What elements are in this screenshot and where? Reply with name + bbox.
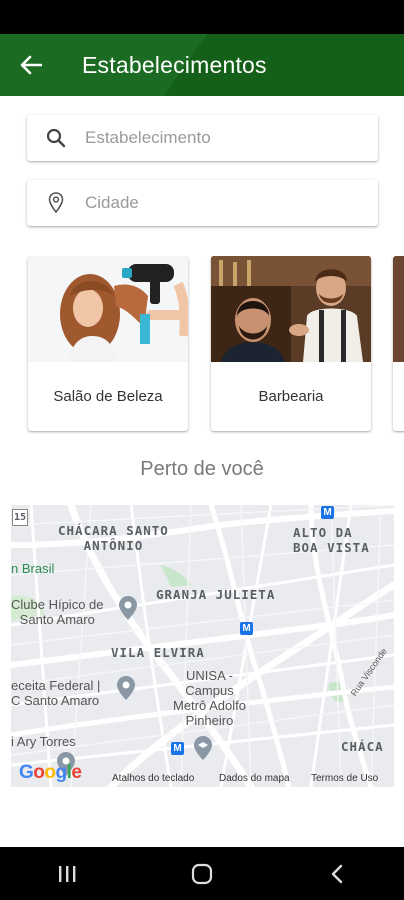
map-data-link[interactable]: Dados do mapa [219,773,290,784]
recent-apps-button[interactable] [37,854,97,894]
map-label: ALTO DA BOA VISTA [293,525,370,555]
recent-apps-icon [59,865,76,882]
map-label: CHÁCARA SANTO ANTÔNIO [58,523,169,553]
map-label: GRANJA JULIETA [156,587,276,602]
keyboard-shortcuts-link[interactable]: Atalhos do teclado [112,773,194,784]
back-button[interactable] [14,50,48,80]
back-nav-button[interactable] [307,854,367,894]
category-card-partial[interactable] [393,256,404,431]
category-photo [393,256,404,362]
location-pin-icon [27,180,85,226]
chevron-left-icon [331,864,342,883]
map-label: CHÁCA [341,739,384,754]
arrow-left-icon [20,55,42,75]
school-pin-icon[interactable] [193,735,213,761]
search-icon [27,115,85,161]
establishment-input[interactable] [85,128,355,148]
place-pin-icon[interactable] [116,675,136,701]
place-pin-icon[interactable] [118,595,138,621]
home-button[interactable] [172,854,232,894]
category-card-barbershop[interactable]: Barbearia [211,256,371,431]
barbershop-photo [211,256,371,362]
map-label: Clube Hípico de Santo Amaro [11,597,104,627]
map-label: n Brasil [11,561,55,576]
home-icon [191,863,213,884]
map-label: i Ary Torres [11,734,76,749]
map-view[interactable]: 15 CHÁCARA SANTO ANTÔNIO ALTO DA BOA VIS… [11,505,394,787]
establishment-search-field[interactable] [27,115,378,161]
city-input[interactable] [85,193,355,213]
hair-salon-photo [28,256,188,362]
category-label: Salão de Beleza [53,388,163,405]
category-label: Barbearia [258,388,324,405]
map-route-label: 15 [12,509,29,526]
category-carousel[interactable]: Salão de Beleza Barbearia [0,256,404,434]
metro-station-icon[interactable]: M [240,622,253,635]
metro-station-icon[interactable]: M [171,742,184,755]
metro-station-icon[interactable]: M [321,506,334,519]
nearby-title: Perto de você [140,458,264,480]
category-card-salon[interactable]: Salão de Beleza [28,256,188,431]
terms-of-use-link[interactable]: Termos de Uso [311,773,378,784]
map-label: VILA ELVIRA [111,645,205,660]
page-title: Estabelecimentos [82,52,267,78]
status-bar [0,0,404,34]
google-logo: Google [19,762,82,783]
system-navigation-bar [0,847,404,900]
map-label: eceita Federal | C Santo Amaro [11,678,101,708]
city-search-field[interactable] [27,180,378,226]
app-bar: Estabelecimentos [0,34,404,96]
map-label: UNISA - Campus Metrô Adolfo Pinheiro [173,668,246,728]
map-footer: Google Atalhos do teclado Dados do mapa … [11,762,394,787]
